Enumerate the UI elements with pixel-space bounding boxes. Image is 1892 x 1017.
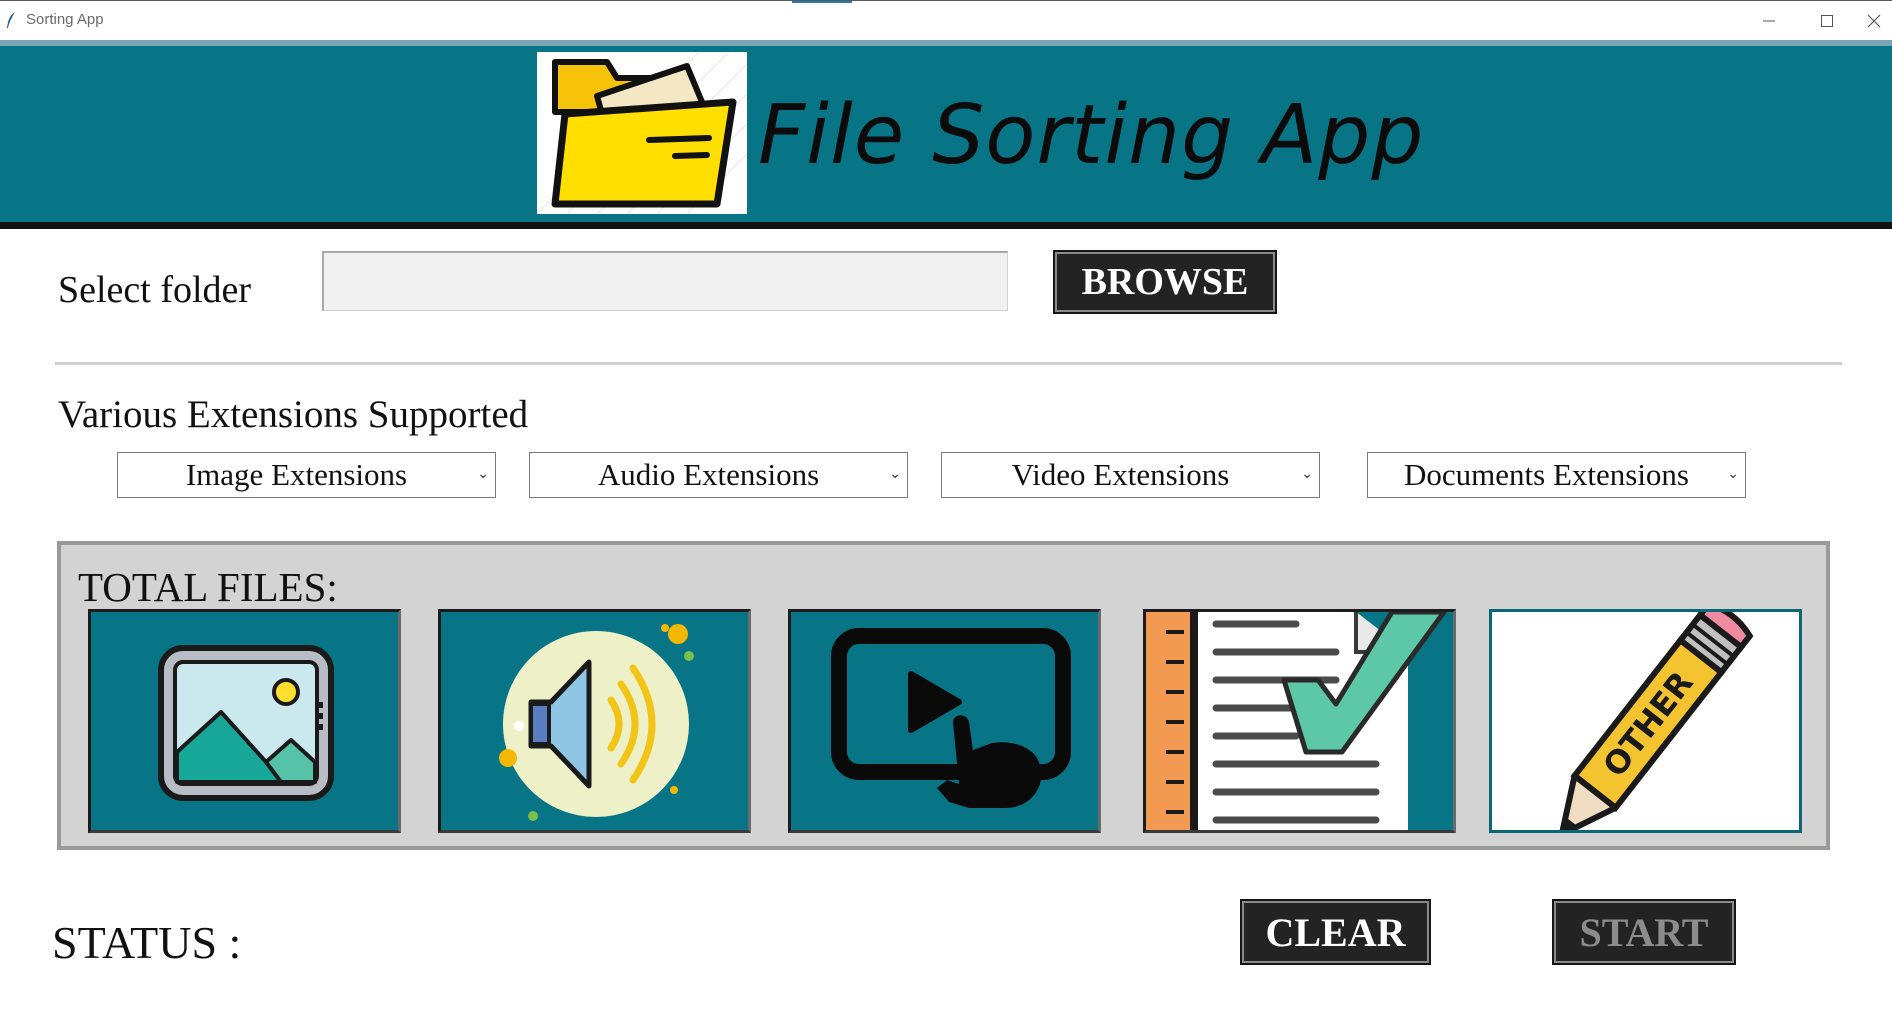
total-files-label: TOTAL FILES: (78, 564, 338, 610)
close-button[interactable] (1856, 1, 1892, 41)
image-extensions-dropdown[interactable]: Image Extensions ⌄ (117, 452, 496, 498)
video-files-tile[interactable] (788, 609, 1101, 833)
chevron-down-icon: ⌄ (477, 466, 489, 482)
folder-path-input[interactable] (322, 251, 1008, 311)
document-check-icon (1146, 612, 1447, 830)
browse-button[interactable]: BROWSE (1053, 250, 1277, 314)
folder-icon (536, 51, 748, 215)
clear-button[interactable]: CLEAR (1240, 899, 1431, 965)
dropdown-label: Image Extensions (185, 457, 408, 492)
app-title: File Sorting App (758, 88, 1425, 183)
logo (536, 51, 748, 215)
divider (55, 362, 1842, 365)
extensions-heading: Various Extensions Supported (58, 393, 529, 436)
image-icon (158, 645, 334, 801)
video-play-icon (831, 628, 1071, 808)
close-icon (1867, 14, 1881, 28)
feather-icon (7, 12, 15, 28)
audio-files-tile[interactable] (438, 609, 751, 833)
documents-files-tile[interactable] (1143, 609, 1456, 833)
other-files-tile[interactable]: OTHER (1489, 609, 1802, 833)
video-extensions-dropdown[interactable]: Video Extensions ⌄ (941, 452, 1320, 498)
chevron-down-icon: ⌄ (889, 466, 901, 482)
documents-extensions-dropdown[interactable]: Documents Extensions ⌄ (1367, 452, 1746, 498)
chevron-down-icon: ⌄ (1301, 466, 1313, 482)
audio-speaker-icon (499, 624, 694, 821)
window-title-bar: Sorting App (0, 0, 1892, 40)
dropdown-label: Documents Extensions (1404, 457, 1689, 492)
dropdown-label: Audio Extensions (597, 457, 820, 492)
minimize-icon (1763, 20, 1775, 22)
select-folder-label: Select folder (58, 269, 252, 311)
chevron-down-icon: ⌄ (1727, 466, 1739, 482)
window-title: Sorting App (26, 11, 104, 28)
minimize-button[interactable] (1740, 1, 1798, 41)
title-accent (792, 1, 852, 3)
maximize-icon (1821, 15, 1833, 27)
audio-extensions-dropdown[interactable]: Audio Extensions ⌄ (529, 452, 908, 498)
dropdown-label: Video Extensions (1011, 457, 1230, 492)
image-files-tile[interactable] (88, 609, 401, 833)
status-label: STATUS : (52, 917, 242, 968)
maximize-button[interactable] (1798, 1, 1856, 41)
start-button[interactable]: START (1552, 899, 1736, 965)
other-pencil-icon: OTHER (1558, 612, 1754, 830)
header-banner: File Sorting App (0, 46, 1892, 229)
